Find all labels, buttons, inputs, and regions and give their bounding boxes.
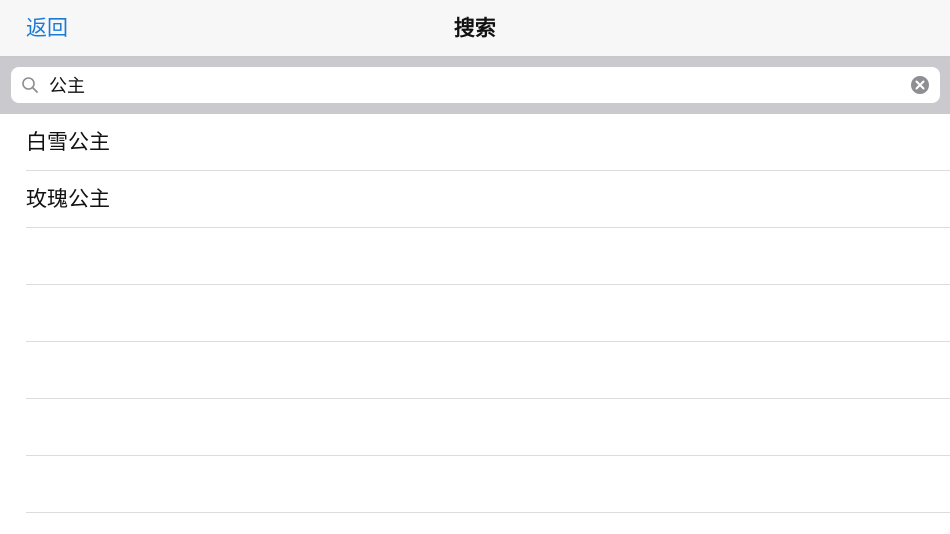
empty-list-row [26, 285, 950, 342]
search-icon [21, 76, 39, 94]
search-bar [0, 57, 950, 114]
search-field[interactable] [11, 67, 940, 103]
clear-icon[interactable] [910, 75, 930, 95]
search-input[interactable] [49, 67, 900, 103]
empty-list-row [26, 456, 950, 513]
page-title: 搜索 [454, 16, 496, 40]
empty-list-row [26, 342, 950, 399]
list-item[interactable]: 玫瑰公主 [26, 171, 950, 228]
empty-list-row [26, 228, 950, 285]
list-item-label: 玫瑰公主 [26, 187, 110, 211]
navigation-bar: 返回 搜索 [0, 0, 950, 57]
list-item-label: 白雪公主 [26, 130, 110, 154]
list-item[interactable]: 白雪公主 [26, 114, 950, 171]
results-list: 白雪公主 玫瑰公主 [0, 114, 950, 513]
empty-list-row [26, 399, 950, 456]
